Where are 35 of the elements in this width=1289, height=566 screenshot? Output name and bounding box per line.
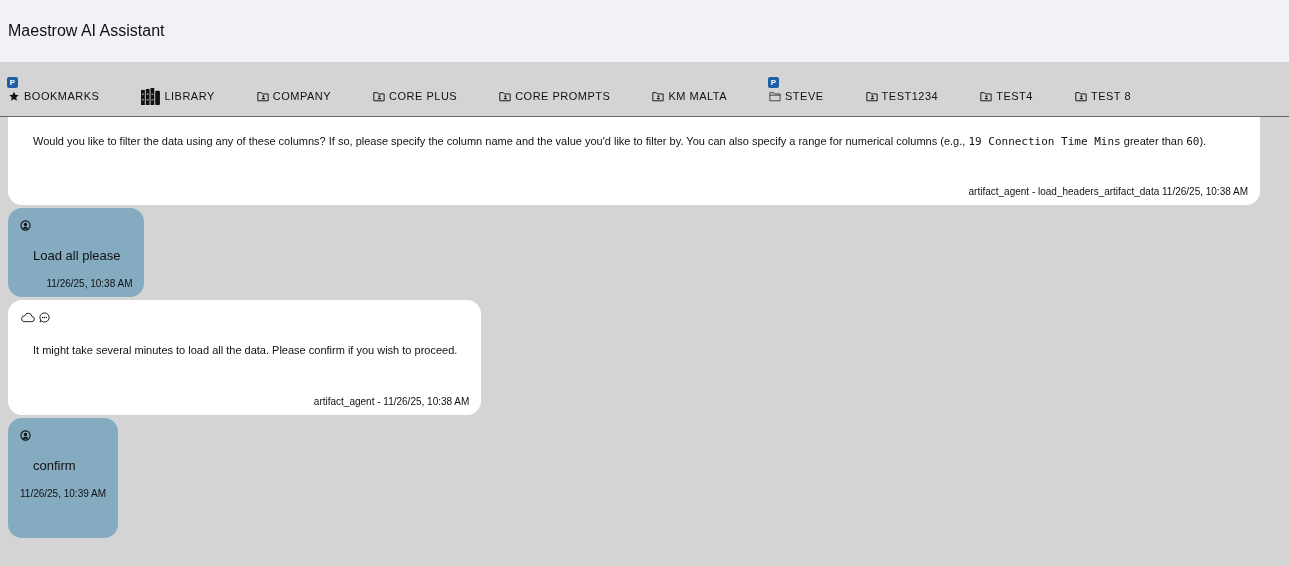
folder-person-icon	[499, 90, 512, 102]
folder-person-icon	[373, 90, 386, 102]
tab[interactable]: P BOOKMARKS	[6, 76, 102, 106]
badge: P	[768, 77, 779, 88]
user-icon	[20, 219, 31, 231]
folder-person-icon	[865, 90, 878, 102]
cloud-icon	[20, 311, 35, 323]
star-icon	[8, 90, 20, 102]
tab[interactable]: TEST4	[978, 76, 1035, 106]
app-title: Maestrow AI Assistant	[8, 22, 165, 40]
folder-person-icon	[256, 90, 269, 102]
folder-person-icon	[1074, 90, 1087, 102]
folder-icon	[769, 90, 781, 102]
message-text: It might take several minutes to load all the data. Please confirm if you wish to proceed.	[32, 343, 459, 358]
tab[interactable]: COMPANY	[254, 76, 334, 106]
tab[interactable]: TEST1234	[863, 76, 941, 106]
message-text: Would you like to filter the data using any of these columns? If so, please specify the column name and the value you'd like to filter by. You can also specify a range for numerical columns (e.g., 19 Connection Time Mins greater than 60).	[32, 134, 1208, 150]
chat-icon	[39, 311, 50, 323]
message-meta: artifact_agent - load_headers_artifact_data 11/26/25, 10:38 AM	[967, 186, 1248, 197]
tab[interactable]: P STEVE	[767, 76, 826, 106]
tab[interactable]: LIBRARY	[139, 73, 217, 109]
message-meta: 11/26/25, 10:38 AM	[45, 278, 133, 289]
books-icon	[141, 87, 161, 105]
tab[interactable]: TEST 8	[1072, 76, 1133, 106]
tab[interactable]: KM MALTA	[650, 76, 729, 106]
message-text: Load all please	[32, 247, 122, 264]
folder-person-icon	[652, 90, 665, 102]
tab[interactable]: CORE PROMPTS	[497, 76, 613, 106]
message-meta: artifact_agent - 11/26/25, 10:38 AM	[312, 396, 470, 407]
folder-person-icon	[980, 90, 993, 102]
user-icon	[20, 429, 31, 441]
tab[interactable]: CORE PLUS	[371, 76, 460, 106]
message-text: confirm	[32, 457, 77, 474]
message-meta: 11/26/25, 10:39 AM	[20, 488, 106, 499]
badge: P	[7, 77, 18, 88]
